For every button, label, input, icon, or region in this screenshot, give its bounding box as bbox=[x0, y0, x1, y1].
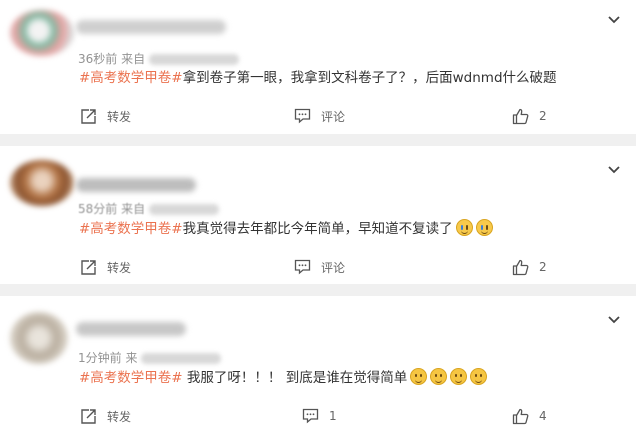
comment-meta: 1分钟前 来 bbox=[78, 349, 222, 366]
dizzy-face-icon bbox=[410, 368, 428, 385]
repost-button[interactable]: 转发 bbox=[80, 255, 131, 279]
comment-body: 我服了呀！！！ 到底是谁在觉得简单 bbox=[182, 370, 408, 386]
username-blurred[interactable] bbox=[76, 322, 186, 336]
like-count: 4 bbox=[539, 409, 547, 423]
source-blurred bbox=[149, 204, 220, 215]
source-blurred bbox=[149, 54, 240, 65]
comment-button[interactable]: 1 bbox=[302, 404, 337, 428]
thumbs-up-icon bbox=[512, 108, 529, 124]
comment-icon bbox=[294, 108, 311, 124]
repost-button[interactable]: 转发 bbox=[80, 404, 131, 428]
comment-text: #高考数学甲卷# 我服了呀！！！ 到底是谁在觉得简单 bbox=[79, 368, 488, 388]
source-blurred bbox=[141, 353, 222, 364]
source-label: 来 bbox=[125, 351, 138, 365]
comment-card-3: 1分钟前 来 #高考数学甲卷# 我服了呀！！！ 到底是谁在觉得简单 转发 1 4 bbox=[0, 296, 636, 436]
repost-label: 转发 bbox=[107, 109, 132, 124]
comment-card-2: 58分前 来自 #高考数学甲卷#我真觉得去年都比今年简单，早知道不复读了 转发 … bbox=[0, 146, 636, 284]
crying-face-icon bbox=[455, 219, 473, 236]
chevron-down-icon[interactable] bbox=[606, 14, 622, 26]
comment-body: 拿到卷子第一眼，我拿到文科卷子了？，后面wdnmd什么破题 bbox=[182, 70, 557, 86]
username-blurred[interactable] bbox=[76, 178, 196, 192]
action-bar: 转发 评论 2 bbox=[0, 255, 636, 279]
comment-meta: 58分前 来自 bbox=[78, 200, 220, 217]
dizzy-face-icon bbox=[450, 368, 468, 385]
like-count: 2 bbox=[539, 260, 547, 274]
thumbs-up-icon bbox=[512, 259, 529, 275]
comment-button[interactable]: 评论 bbox=[294, 255, 345, 279]
comment-label: 评论 bbox=[321, 109, 346, 124]
comment-label: 评论 bbox=[321, 260, 346, 275]
hashtag-link[interactable]: #高考数学甲卷# bbox=[79, 370, 183, 386]
timestamp: 58分前 bbox=[78, 202, 118, 216]
comment-body: 我真觉得去年都比今年简单，早知道不复读了 bbox=[182, 221, 453, 237]
like-button[interactable]: 2 bbox=[512, 255, 547, 279]
dizzy-face-icon bbox=[430, 368, 448, 385]
dizzy-face-icon bbox=[470, 368, 488, 385]
repost-icon bbox=[81, 108, 96, 124]
repost-icon bbox=[81, 408, 96, 424]
comment-button[interactable]: 评论 bbox=[294, 104, 345, 128]
repost-label: 转发 bbox=[107, 409, 132, 424]
action-bar: 转发 1 4 bbox=[0, 404, 636, 428]
hashtag-link[interactable]: #高考数学甲卷# bbox=[79, 70, 183, 86]
comment-count: 1 bbox=[329, 409, 337, 423]
avatar[interactable] bbox=[10, 160, 74, 206]
timestamp: 1分钟前 bbox=[78, 351, 122, 365]
repost-icon bbox=[81, 259, 96, 275]
comment-text: #高考数学甲卷#我真觉得去年都比今年简单，早知道不复读了 bbox=[79, 219, 493, 239]
timestamp: 36秒前 bbox=[78, 52, 118, 66]
like-count: 2 bbox=[539, 109, 547, 123]
comment-text: #高考数学甲卷#拿到卷子第一眼，我拿到文科卷子了？，后面wdnmd什么破题 bbox=[79, 68, 557, 88]
source-label: 来自 bbox=[121, 202, 146, 216]
comment-icon bbox=[302, 408, 319, 424]
like-button[interactable]: 2 bbox=[512, 104, 547, 128]
username-blurred[interactable] bbox=[76, 20, 226, 34]
action-bar: 转发 评论 2 bbox=[0, 104, 636, 128]
avatar[interactable] bbox=[10, 312, 68, 364]
repost-label: 转发 bbox=[107, 260, 132, 275]
hashtag-link[interactable]: #高考数学甲卷# bbox=[79, 221, 183, 237]
comment-icon bbox=[294, 259, 311, 275]
comment-meta: 36秒前 来自 bbox=[78, 50, 240, 67]
comment-card-1: 36秒前 来自 #高考数学甲卷#拿到卷子第一眼，我拿到文科卷子了？，后面wdnm… bbox=[0, 0, 636, 134]
chevron-down-icon[interactable] bbox=[606, 314, 622, 326]
crying-face-icon bbox=[475, 219, 493, 236]
like-button[interactable]: 4 bbox=[512, 404, 547, 428]
chevron-down-icon[interactable] bbox=[606, 164, 622, 176]
repost-button[interactable]: 转发 bbox=[80, 104, 131, 128]
source-label: 来自 bbox=[121, 52, 146, 66]
thumbs-up-icon bbox=[512, 408, 529, 424]
avatar[interactable] bbox=[10, 10, 74, 56]
